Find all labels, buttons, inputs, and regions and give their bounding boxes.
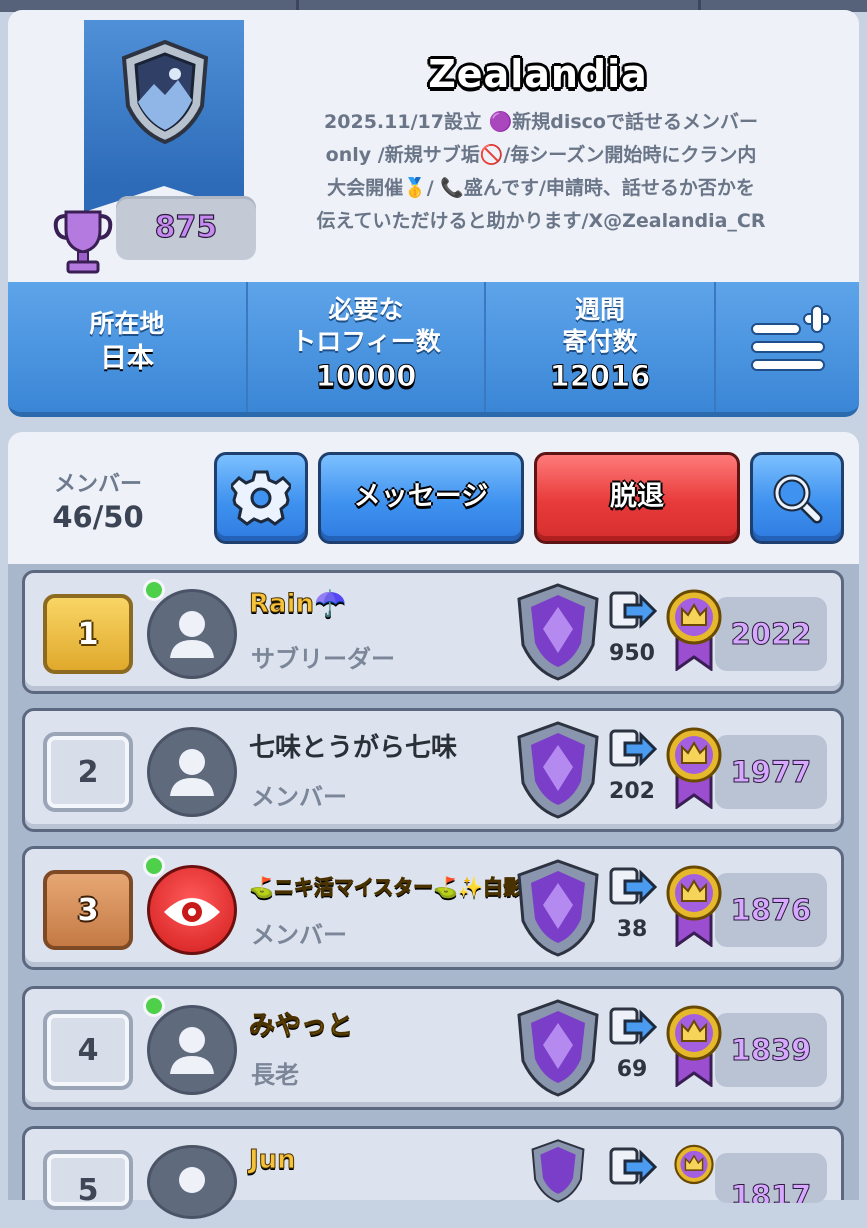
avatar-icon [170, 1027, 214, 1074]
player-name: 七味とうがら七味 [249, 733, 458, 763]
avatar-icon [170, 611, 214, 658]
stat-location: 所在地 日本 [8, 282, 246, 412]
player-rating: 1839 [715, 1013, 827, 1087]
weekly-label: 週間 [574, 295, 625, 324]
online-indicator [143, 855, 165, 877]
required-value: 10000 [315, 359, 417, 394]
location-value: 日本 [100, 343, 154, 374]
avatar-icon [179, 1167, 205, 1193]
league-icon [517, 583, 599, 681]
description-line: 大会開催🥇/ 📞盛んです/申請時、話せるか否かを [327, 177, 755, 199]
member-row-2[interactable]: 2 七味とうがら七味 メンバー 202 1977 [22, 708, 844, 832]
menu-plus-icon[interactable] [748, 304, 832, 374]
trophy-icon [53, 210, 113, 274]
avatar-icon [170, 749, 214, 796]
crown-icon [666, 865, 722, 947]
donate-icon [609, 591, 657, 629]
donate-icon [609, 867, 657, 905]
members-count: 46/50 [52, 500, 144, 534]
message-button[interactable]: メッセージ [318, 452, 524, 544]
clan-description: 2025.11/17設立 🟣新規discoで話せるメンバー only /新規サブ… [286, 106, 796, 238]
message-button-label: メッセージ [353, 481, 489, 512]
player-name: Jun [249, 1145, 297, 1176]
member-row-4[interactable]: 4 みやっと 長老 69 1839 [22, 986, 844, 1110]
search-icon [773, 474, 823, 524]
player-role: メンバー [251, 783, 347, 811]
player-name: みやっと [248, 1011, 354, 1042]
player-rating: 1876 [715, 873, 827, 947]
player-role: 長老 [251, 1061, 299, 1089]
weekly-label-2: 寄付数 [562, 327, 638, 356]
rank-badge: 5 [43, 1150, 133, 1210]
required-label: 必要な [328, 295, 404, 324]
online-indicator [143, 579, 165, 601]
clan-header: 875 Zealandia 2025.11/17設立 🟣新規discoで話せるメ… [8, 10, 859, 282]
description-line: 伝えていただけると助かります/X@Zealandia_CR [316, 210, 766, 232]
leave-button-label: 脱退 [610, 481, 664, 512]
location-label: 所在地 [89, 309, 165, 338]
avatar [147, 727, 237, 817]
donations-count: 69 [616, 1057, 648, 1082]
clan-trophy-count: 875 [116, 196, 256, 260]
league-icon [517, 999, 599, 1097]
donate-icon [609, 1007, 657, 1045]
league-icon [517, 859, 599, 957]
description-line: only /新規サブ垢🚫/毎シーズン開始時にクラン内 [325, 144, 757, 166]
rank-badge: 2 [43, 732, 133, 812]
members-label: メンバー [53, 472, 142, 497]
weekly-value: 12016 [549, 359, 651, 394]
leave-button[interactable]: 脱退 [534, 452, 740, 544]
player-rating: 1977 [715, 735, 827, 809]
member-row-5[interactable]: 5 Jun 1817 [22, 1126, 844, 1219]
donations-count: 202 [609, 779, 655, 804]
league-icon [517, 721, 599, 819]
avatar [147, 589, 237, 679]
player-name: ⛳ニキ活マイスター⛳✨白影 [248, 875, 524, 900]
avatar [147, 865, 237, 955]
avatar [147, 1005, 237, 1095]
stat-required-trophies: 必要な トロフィー数 10000 [248, 282, 484, 412]
rank-badge: 3 [43, 870, 133, 950]
clan-badge-icon [121, 40, 209, 144]
stat-weekly-donations: 週間 寄付数 12016 [486, 282, 714, 412]
clan-stats-bar: 所在地 日本 必要な トロフィー数 10000 週間 寄付数 12016 [8, 282, 859, 417]
donations-count: 950 [609, 641, 655, 666]
member-row-1[interactable]: 1 Rain☂️ サブリーダー 950 2022 [22, 570, 844, 694]
rank-badge: 4 [43, 1010, 133, 1090]
crown-icon [666, 727, 722, 809]
player-role: メンバー [251, 921, 347, 949]
crown-icon [666, 589, 722, 671]
description-line: 2025.11/17設立 🟣新規discoで話せるメンバー [324, 111, 758, 133]
donate-icon [609, 729, 657, 767]
league-icon [531, 1139, 585, 1203]
crown-icon [674, 1144, 714, 1185]
player-rating: 1817 [715, 1153, 827, 1203]
rank-badge: 1 [43, 594, 133, 674]
crown-icon [666, 1005, 722, 1087]
online-indicator [143, 995, 165, 1017]
required-label-2: トロフィー数 [291, 327, 441, 356]
settings-button[interactable] [214, 452, 308, 544]
player-name: Rain☂️ [248, 589, 347, 620]
player-rating: 2022 [715, 597, 827, 671]
search-button[interactable] [750, 452, 844, 544]
eye-icon [164, 898, 220, 926]
clan-name: Zealandia [428, 52, 648, 96]
donate-icon [609, 1147, 657, 1185]
donations-count: 38 [616, 917, 648, 942]
member-row-3[interactable]: 3 ⛳ニキ活マイスター⛳✨白影 メンバー 38 1876 [22, 846, 844, 970]
avatar [147, 1145, 237, 1219]
player-role: サブリーダー [251, 645, 395, 673]
gear-icon [231, 470, 291, 526]
